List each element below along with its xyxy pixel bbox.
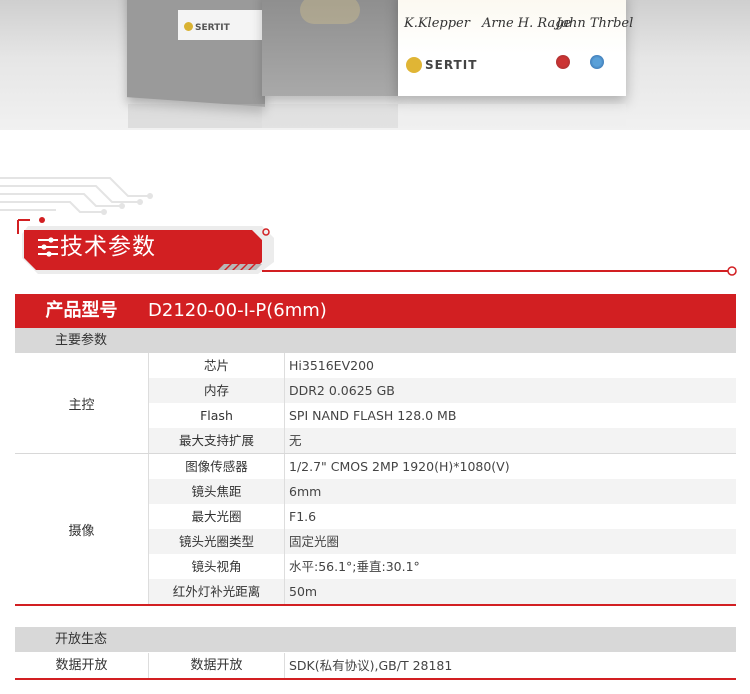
table-row: 镜头视角 水平:56.1°;垂直:30.1° xyxy=(148,554,736,579)
row-value: SPI NAND FLASH 128.0 MB xyxy=(289,408,457,423)
section-divider xyxy=(15,678,736,680)
group-header-main-params: 主要参数 xyxy=(15,328,736,353)
sertit-logo-text: SERTIT xyxy=(425,58,478,72)
table-row: Flash SPI NAND FLASH 128.0 MB xyxy=(148,403,736,428)
row-key: 最大光圈 xyxy=(148,504,285,529)
section-title: 技术参数 xyxy=(60,234,156,260)
certificate-banner: SERTIT K.Klepper Arne H. Rage Jahn Thrbe… xyxy=(0,0,750,130)
section-divider xyxy=(15,604,736,606)
row-value: 6mm xyxy=(285,479,736,504)
row-key: Flash xyxy=(148,403,285,428)
row-value: DDR2 0.0625 GB xyxy=(285,378,736,403)
sliders-icon xyxy=(38,237,58,257)
signature-3: Jahn Thrbel xyxy=(556,16,634,31)
model-value: D2120-00-I-P(6mm) xyxy=(148,300,327,321)
certificate-main-panel xyxy=(398,0,626,96)
globe-seal-icon xyxy=(590,55,604,69)
row-key: 图像传感器 xyxy=(148,454,285,479)
row-value: 50m xyxy=(285,579,736,604)
certification-seal-icon xyxy=(556,55,570,69)
table-row: 最大光圈 F1.6 xyxy=(148,504,736,529)
row-value: SDK(私有协议),GB/T 28181 xyxy=(289,658,453,673)
row-key: 镜头视角 xyxy=(148,554,285,579)
table-row: 最大支持扩展 无 xyxy=(148,428,736,453)
certificate-middle-panel xyxy=(262,0,400,96)
row-key: 最大支持扩展 xyxy=(148,428,285,453)
watermark-seal-icon xyxy=(300,0,360,24)
circuit-decoration xyxy=(0,177,737,276)
row-value: 无 xyxy=(285,428,736,453)
sertit-logo-small-text: SERTIT xyxy=(195,23,230,33)
model-label: 产品型号 xyxy=(45,300,118,321)
block-label-data-open: 数据开放 xyxy=(55,658,108,673)
row-value: 水平:56.1°;垂直:30.1° xyxy=(289,559,420,574)
table-row: 图像传感器 1/2.7" CMOS 2MP 1920(H)*1080(V) xyxy=(148,454,736,479)
model-header: 产品型号 D2120-00-I-P(6mm) xyxy=(15,294,736,328)
sertit-logo-small: SERTIT xyxy=(184,22,230,33)
sertit-logo: SERTIT xyxy=(406,57,477,73)
row-key: 红外灯补光距离 xyxy=(148,579,285,604)
table-row: 红外灯补光距离 50m xyxy=(148,579,736,604)
row-key: 芯片 xyxy=(148,353,285,378)
row-key: 镜头光圈类型 xyxy=(148,529,285,554)
group-header-open-ecosystem: 开放生态 xyxy=(15,627,736,652)
row-value: F1.6 xyxy=(289,509,317,524)
table-row: 镜头光圈类型 固定光圈 xyxy=(148,529,736,554)
table-row: 镜头焦距 6mm xyxy=(148,479,736,504)
row-key: 镜头焦距 xyxy=(148,479,285,504)
row-value: 1/2.7" CMOS 2MP 1920(H)*1080(V) xyxy=(289,459,510,474)
table-row: 内存 DDR2 0.0625 GB xyxy=(148,378,736,403)
table-row: 芯片 Hi3516EV200 xyxy=(148,353,736,378)
row-key: 内存 xyxy=(148,378,285,403)
sertit-seal-icon xyxy=(184,22,193,31)
block-label-controller: 主控 xyxy=(68,397,95,413)
block-label-camera: 摄像 xyxy=(68,523,95,539)
signature-1: K.Klepper xyxy=(404,16,470,31)
table-row: 数据开放 数据开放 SDK(私有协议),GB/T 28181 xyxy=(15,653,736,678)
row-value: 固定光圈 xyxy=(285,529,736,554)
sertit-seal-icon-large xyxy=(406,57,422,73)
certificate-reflection xyxy=(128,104,626,128)
row-value: Hi3516EV200 xyxy=(289,358,374,373)
row-key: 数据开放 xyxy=(148,653,285,678)
